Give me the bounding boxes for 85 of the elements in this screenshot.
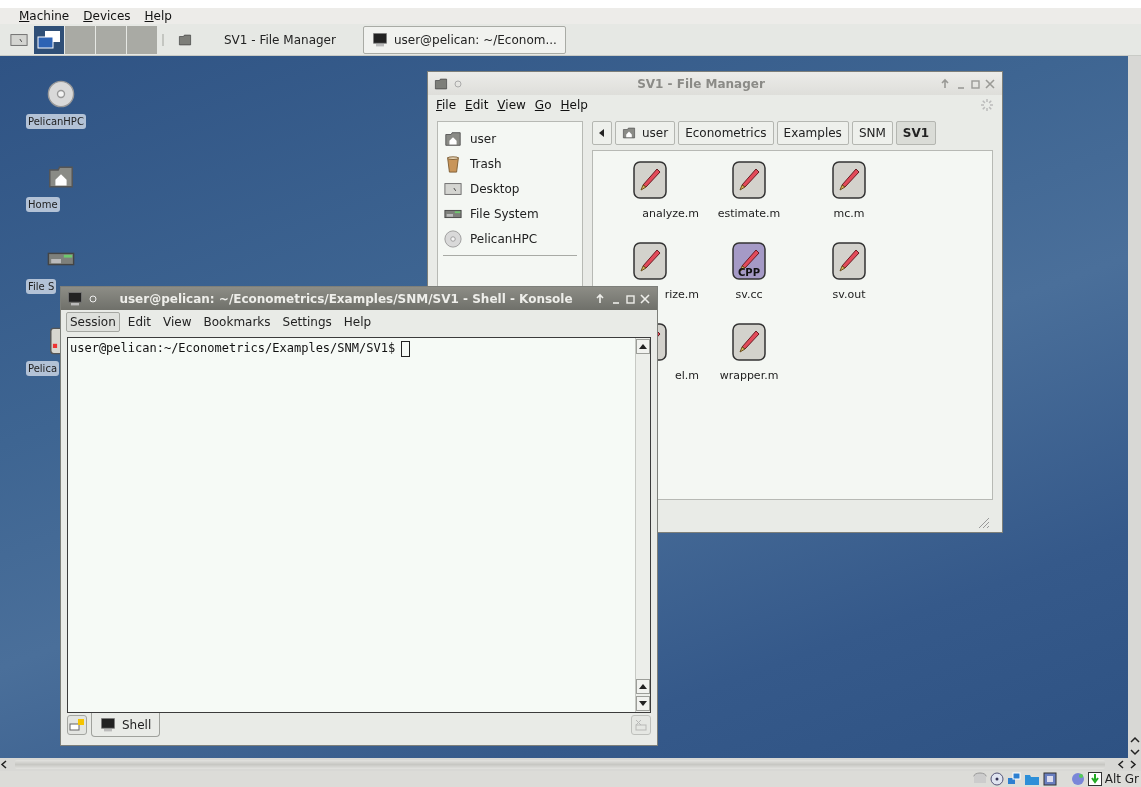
- folder-icon: [178, 32, 192, 47]
- new-tab-button[interactable]: [67, 715, 87, 735]
- window-controls-drawing[interactable]: [940, 77, 996, 90]
- disc-icon[interactable]: [989, 772, 1004, 786]
- file-name[interactable]: estimate.m: [717, 207, 781, 220]
- file-name[interactable]: rize.m: [664, 288, 699, 301]
- path-button[interactable]: SV1: [895, 121, 937, 145]
- menu-item[interactable]: Bookmarks: [199, 312, 275, 332]
- menu-item[interactable]: Devices: [83, 9, 131, 23]
- text-cursor: [401, 341, 411, 357]
- terminal-icon: [100, 716, 116, 733]
- back-button[interactable]: [592, 121, 612, 145]
- script-file-icon: [832, 242, 866, 280]
- resize-grip-icon[interactable]: [978, 517, 990, 529]
- menu-item[interactable]: View: [497, 98, 526, 112]
- shell-prompt: user@pelican:~/Econometrics/Examples/SNM/SV1$: [70, 341, 396, 355]
- menu-item[interactable]: Machine: [19, 9, 70, 23]
- download-icon[interactable]: [1087, 772, 1102, 786]
- desktop-icon-label[interactable]: PelicanHPC: [26, 114, 86, 129]
- up-arrow-icon[interactable]: [639, 684, 647, 689]
- scrollbar[interactable]: [635, 338, 650, 712]
- file-type-label: CPP: [738, 267, 760, 278]
- file-name[interactable]: sv.out: [832, 288, 866, 301]
- menu-item[interactable]: Edit: [465, 98, 489, 112]
- file-name[interactable]: mc.m: [833, 207, 865, 220]
- window-title: SV1 - File Manager: [636, 76, 766, 91]
- desktop-icon-label[interactable]: File S: [26, 279, 57, 294]
- desktop-icon-label[interactable]: Pelica: [26, 361, 59, 376]
- window-controls-drawing[interactable]: [595, 292, 651, 305]
- file-name[interactable]: sv.cc: [735, 288, 763, 301]
- menu-item[interactable]: Session: [66, 312, 120, 332]
- script-file-icon: [633, 242, 667, 280]
- path-button[interactable]: SNM: [851, 121, 893, 145]
- horizontal-scrollbar[interactable]: [0, 758, 1141, 771]
- menu-item[interactable]: Help: [339, 312, 376, 332]
- menu-item[interactable]: Go: [534, 98, 552, 112]
- home-folder-icon: [622, 126, 636, 140]
- place-item[interactable]: File System: [470, 206, 539, 221]
- place-item[interactable]: Trash: [470, 156, 502, 171]
- spinner-icon: [980, 98, 994, 112]
- place-item[interactable]: Desktop: [470, 181, 520, 196]
- menu-item[interactable]: Help: [144, 9, 172, 23]
- script-file-icon: [732, 161, 766, 199]
- taskbar-task[interactable]: SV1 - File Manager: [169, 25, 345, 54]
- place-item[interactable]: PelicanHPC: [470, 231, 538, 246]
- grip-icon: [161, 32, 165, 47]
- path-button[interactable]: Examples: [776, 121, 849, 145]
- menu-item[interactable]: Edit: [123, 312, 156, 332]
- menu-item[interactable]: Settings: [278, 312, 336, 332]
- window-title: user@pelican: ~/Econometrics/Examples/SNM/SV1 - Shell - Konsole: [118, 291, 574, 306]
- file-name[interactable]: el.m: [674, 369, 699, 382]
- host-key-label: Alt Gr: [1104, 772, 1139, 786]
- pin-icon[interactable]: [454, 79, 462, 88]
- file-name[interactable]: wrapper.m: [719, 369, 779, 382]
- chip-icon[interactable]: [1042, 772, 1057, 786]
- desktop-icon-label[interactable]: Home: [26, 197, 60, 212]
- shell-tab[interactable]: Shell: [91, 713, 161, 737]
- close-tab-icon: [634, 718, 648, 732]
- place-item[interactable]: user: [470, 131, 497, 146]
- disc-icon: [444, 229, 462, 248]
- file-name[interactable]: analyze.m: [642, 207, 699, 220]
- path-button[interactable]: Econometrics: [678, 121, 774, 145]
- home-folder-icon: [444, 129, 462, 148]
- up-arrow-icon[interactable]: [639, 344, 647, 349]
- taskbar-task[interactable]: user@pelican: ~/Econom...: [362, 25, 566, 54]
- menu-item[interactable]: File: [436, 98, 457, 112]
- network-icon[interactable]: [1006, 772, 1021, 786]
- menu-item[interactable]: Help: [560, 98, 588, 112]
- document-icon: [50, 327, 60, 355]
- scroll-arrows-icon[interactable]: [1129, 734, 1140, 758]
- trash-icon: [444, 154, 462, 173]
- pager-desktop[interactable]: [34, 25, 64, 54]
- terminal-icon: [371, 31, 388, 48]
- menu-item[interactable]: View: [159, 312, 196, 332]
- script-file-icon: [633, 161, 667, 199]
- path-button[interactable]: user: [615, 121, 676, 145]
- folder-icon: [434, 76, 448, 91]
- terminal[interactable]: user@pelican:~/Econometrics/Examples/SNM/SV1$: [67, 337, 651, 713]
- disc-icon: [47, 80, 75, 108]
- script-file-icon: [732, 323, 766, 361]
- script-file-icon: [832, 161, 866, 199]
- caret-icon: [599, 129, 605, 137]
- terminal-icon: [67, 290, 83, 307]
- vertical-scrollbar[interactable]: [1128, 56, 1141, 758]
- down-arrow-icon[interactable]: [639, 701, 647, 706]
